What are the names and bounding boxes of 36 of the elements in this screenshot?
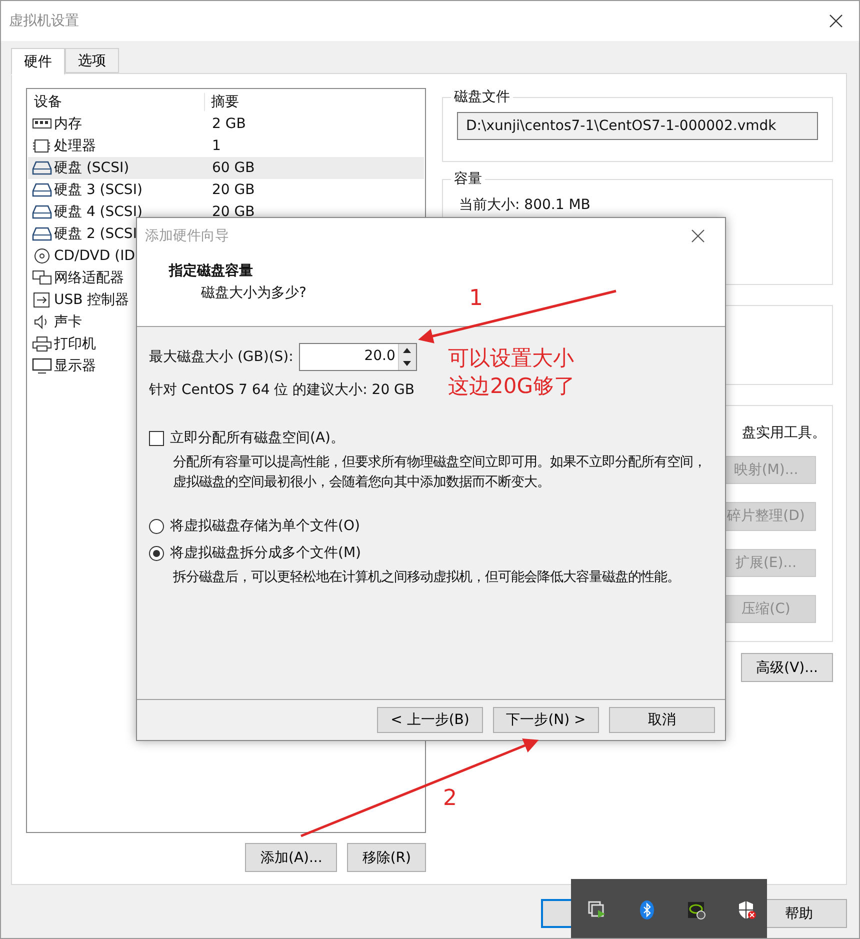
group-title: 磁盘文件 (453, 88, 511, 106)
window-title: 虚拟机设置 (9, 12, 79, 30)
dialog-title: 添加硬件向导 (145, 227, 229, 245)
wizard-heading: 指定磁盘容量 (169, 262, 253, 280)
annotation-number: 1 (469, 286, 483, 311)
radio-label: 将虚拟磁盘拆分成多个文件(M) (170, 544, 362, 562)
device-name: 处理器 (54, 138, 96, 154)
wizard-subheading: 磁盘大小为多少? (201, 284, 306, 302)
utilities-text: 盘实用工具。 (742, 424, 826, 442)
device-name: 硬盘 3 (SCSI) (54, 182, 142, 198)
device-name: 显示器 (54, 358, 96, 374)
recommendation-text: 针对 CentOS 7 64 位 的建议大小: 20 GB (149, 381, 415, 399)
device-name: 网络适配器 (54, 270, 124, 286)
annotation-text: 可以设置大小 (448, 345, 575, 372)
radio-label: 将虚拟磁盘存储为单个文件(O) (170, 517, 360, 535)
option-description: 分配所有容量可以提高性能，但要求所有物理磁盘空间立即可用。如果不立即分配所有空间，虚拟磁盘的空间最初很小，会随着您向其中添加数据而不断变大。 (173, 454, 707, 492)
checkbox-label: 立即分配所有磁盘空间(A)。 (170, 429, 345, 447)
device-summary: 20 GB (211, 182, 255, 198)
device-name: 打印机 (54, 336, 96, 352)
device-summary: 2 GB (211, 116, 246, 132)
size-label: 最大磁盘大小 (GB)(S): (149, 348, 294, 366)
device-summary: 1 (211, 138, 221, 154)
annotation-number: 2 (443, 786, 457, 811)
device-name: 硬盘 (SCSI) (54, 160, 130, 176)
device-name: USB 控制器 (54, 292, 130, 308)
current-size: 当前大小: 800.1 MB (458, 196, 592, 215)
device-name: 声卡 (54, 314, 82, 330)
annotation-text: 这边20G够了 (448, 373, 575, 400)
device-name: CD/DVD (ID (54, 248, 135, 264)
device-summary: 20 GB (211, 204, 255, 220)
option-description: 拆分磁盘后，可以更轻松地在计算机之间移动虚拟机，但可能会降低大容量磁盘的性能。 (173, 568, 681, 587)
device-name: 硬盘 2 (SCSI (54, 226, 137, 242)
device-name: 硬盘 4 (SCSI) (54, 204, 142, 220)
group-title: 容量 (453, 170, 483, 188)
device-summary: 60 GB (211, 160, 255, 176)
device-name: 内存 (54, 116, 82, 132)
